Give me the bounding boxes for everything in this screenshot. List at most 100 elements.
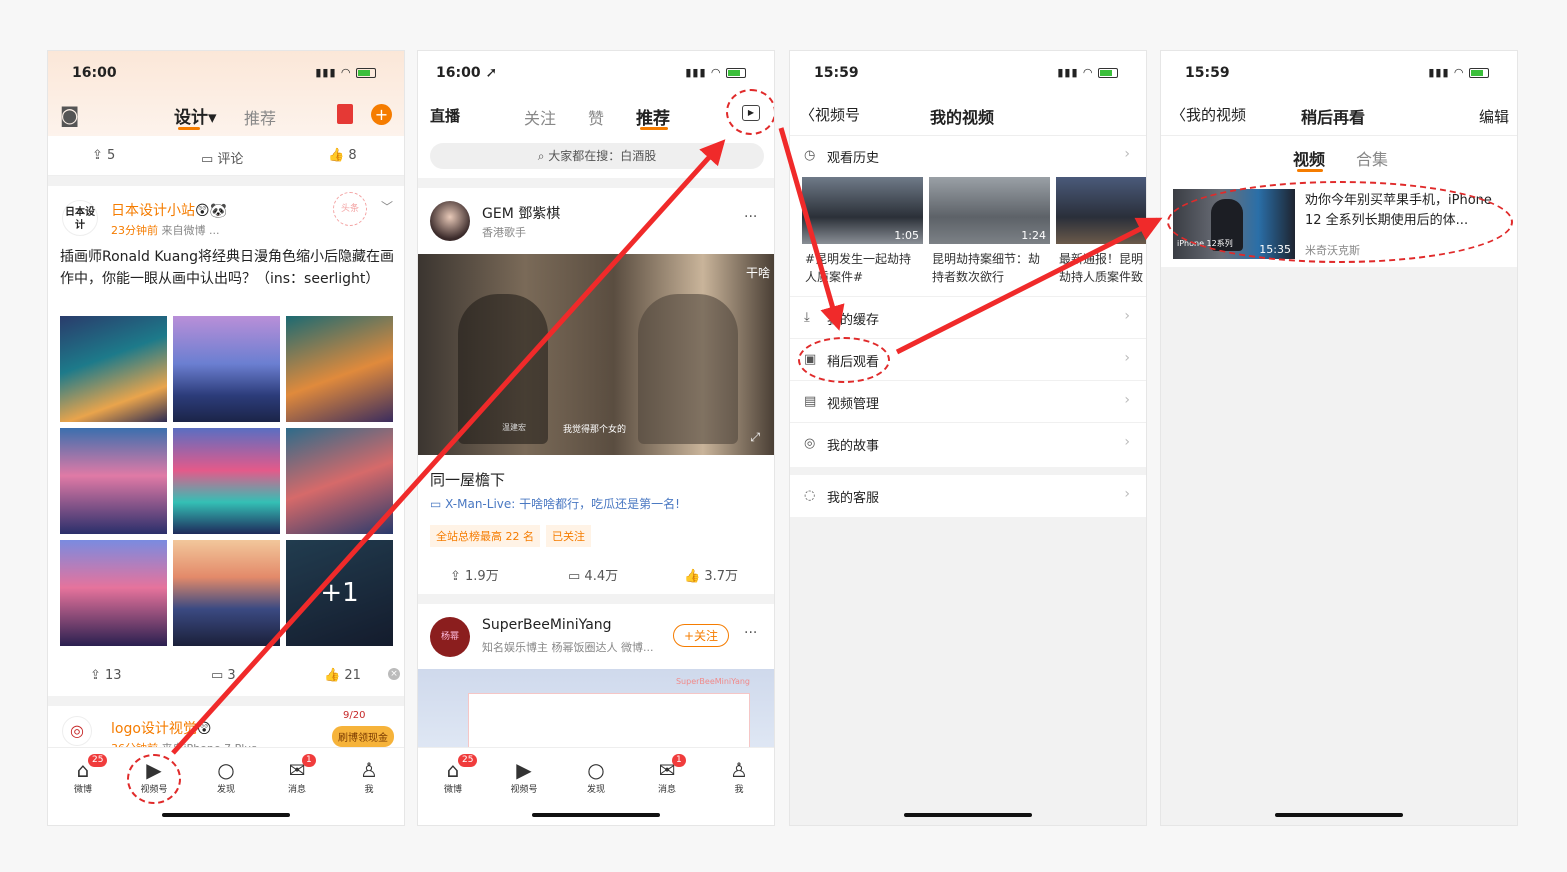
- comment-button[interactable]: ▭ 4.4万: [568, 565, 618, 584]
- menu-label: 视频管理: [827, 397, 880, 412]
- more-icon[interactable]: ···: [744, 209, 757, 225]
- tab-discover[interactable]: ○ 发现: [201, 758, 251, 795]
- user-icon: ♙: [730, 758, 748, 782]
- menu-label: 观看历史: [827, 151, 880, 166]
- menu-label: 我的客服: [827, 491, 880, 506]
- add-icon[interactable]: +: [371, 104, 392, 125]
- like-button[interactable]: 👍 3.7万: [684, 565, 738, 584]
- red-packet-icon[interactable]: [337, 104, 353, 124]
- live-button[interactable]: 直播: [430, 105, 460, 126]
- fullscreen-icon[interactable]: ⤢: [750, 430, 760, 445]
- search-bar[interactable]: ⌕ 大家都在搜：白酒股: [430, 143, 764, 169]
- grid-image-more[interactable]: +1: [286, 540, 393, 646]
- post-text: 插画师Ronald Kuang将经典日漫角色缩小后隐藏在画作中，你能一眼从画中认…: [60, 249, 395, 287]
- grid-image[interactable]: [173, 428, 280, 534]
- repost-count: 13: [105, 668, 122, 683]
- badge-count: 25: [458, 754, 478, 767]
- tab-weibo[interactable]: ⌂ 微博 25: [428, 754, 478, 795]
- close-icon[interactable]: ×: [388, 668, 400, 680]
- followed-tag: 已关注: [546, 525, 591, 547]
- repost-count: 1.9万: [465, 569, 499, 584]
- comment-label: 评论: [217, 152, 244, 167]
- status-icons: ▮▮▮ ◠: [1057, 66, 1118, 79]
- avatar[interactable]: 日本设计: [62, 200, 98, 236]
- tab-collection[interactable]: 合集: [1356, 146, 1388, 170]
- author-name: logo设计视觉: [111, 721, 197, 737]
- tab-discover[interactable]: ○ 发现: [571, 758, 621, 795]
- comment-button[interactable]: ▭ 评论: [201, 148, 243, 167]
- user-name[interactable]: GEM 鄧紫棋: [482, 203, 560, 223]
- search-placeholder: 大家都在搜：白酒股: [548, 149, 657, 163]
- highlight-circle: [726, 89, 774, 135]
- like-button[interactable]: 👍 8: [328, 148, 357, 163]
- tab-messages[interactable]: ✉ 消息 1: [272, 754, 322, 795]
- tab-me[interactable]: ♙ 我: [344, 758, 394, 795]
- edit-button[interactable]: 编辑: [1479, 106, 1509, 127]
- author-name: 日本设计小站: [111, 203, 195, 219]
- menu-item-history[interactable]: ◷ 观看历史 ›: [790, 135, 1146, 177]
- tab-follow[interactable]: 关注: [524, 105, 556, 129]
- tab-recommend[interactable]: 推荐: [636, 104, 670, 129]
- avatar[interactable]: 杨幂: [430, 617, 470, 657]
- banner-image[interactable]: SuperBeeMiniYang: [418, 669, 774, 753]
- tab-weibo[interactable]: ⌂ 微博 25: [58, 754, 108, 795]
- more-icon[interactable]: ···: [744, 625, 757, 641]
- follow-button[interactable]: +关注: [673, 624, 730, 647]
- user-name[interactable]: SuperBeeMiniYang: [482, 617, 612, 633]
- rank-tag[interactable]: 全站总榜最高 22 名: [430, 525, 540, 547]
- repost-button[interactable]: ⇪ 5: [92, 148, 115, 163]
- post-author[interactable]: logo设计视觉😲: [111, 718, 212, 738]
- badge-count: 25: [88, 754, 108, 767]
- tab-video[interactable]: ▶ 视频号: [499, 758, 549, 795]
- topic-text: X-Man-Live: 干啥啥都行，吃瓜还是第一名!: [445, 497, 680, 511]
- grid-image[interactable]: [173, 540, 280, 646]
- comment-button[interactable]: ▭ 3: [211, 668, 236, 683]
- tab-label: 我: [734, 785, 744, 795]
- topic-link[interactable]: ▭ X-Man-Live: 干啥啥都行，吃瓜还是第一名!: [430, 495, 680, 512]
- subtitle-text: 我觉得那个女的: [563, 425, 627, 435]
- history-thumb[interactable]: 1:24: [929, 177, 1050, 244]
- promo-button[interactable]: 刷博领现金: [332, 726, 394, 747]
- chevron-down-icon[interactable]: ﹀: [381, 198, 393, 215]
- history-thumb[interactable]: [1056, 177, 1146, 244]
- status-time: 16:00 ➚: [436, 65, 498, 81]
- avatar[interactable]: [430, 201, 470, 241]
- signal-icon: ▮▮▮: [1428, 66, 1450, 79]
- home-indicator: [162, 813, 290, 817]
- menu-item-cache[interactable]: ⤓ 我的缓存 ›: [790, 297, 1146, 339]
- tab-me[interactable]: ♙ 我: [714, 758, 764, 795]
- tab-like[interactable]: 赞: [588, 105, 604, 129]
- grid-image[interactable]: [173, 316, 280, 422]
- tab-video[interactable]: 视频: [1293, 146, 1325, 170]
- thumb-duration: 1:05: [894, 229, 919, 242]
- post-author[interactable]: 日本设计小站😲🐼: [111, 200, 227, 220]
- menu-item-service[interactable]: ◌ 我的客服 ›: [790, 475, 1146, 517]
- author-emoji: 😲: [196, 721, 212, 737]
- grid-image[interactable]: [60, 428, 167, 534]
- repost-button[interactable]: ⇪ 1.9万: [450, 565, 499, 584]
- menu-item-manage[interactable]: ▤ 视频管理 ›: [790, 381, 1146, 423]
- menu-label: 我的故事: [827, 439, 880, 454]
- grid-image[interactable]: [286, 428, 393, 534]
- back-button[interactable]: 〈视频号: [800, 104, 860, 125]
- tab-design[interactable]: 设计▾: [174, 103, 217, 128]
- tab-indicator: [178, 127, 200, 130]
- tab-recommend[interactable]: 推荐: [244, 105, 276, 129]
- comment-count: 4.4万: [584, 569, 619, 584]
- back-button[interactable]: 〈我的视频: [1171, 104, 1246, 125]
- tag-row: 全站总榜最高 22 名已关注: [430, 525, 597, 547]
- repost-button[interactable]: ⇪ 13: [90, 668, 122, 683]
- camera-icon[interactable]: ◙: [60, 103, 79, 127]
- grid-image[interactable]: [60, 316, 167, 422]
- avatar[interactable]: ◎: [62, 716, 92, 746]
- grid-image[interactable]: [286, 316, 393, 422]
- divider: [418, 594, 774, 604]
- search-icon: ○: [217, 758, 235, 782]
- signal-icon: ▮▮▮: [1057, 66, 1079, 79]
- tab-messages[interactable]: ✉ 消息 1: [642, 754, 692, 795]
- menu-item-story[interactable]: ◎ 我的故事 ›: [790, 423, 1146, 465]
- grid-image[interactable]: [60, 540, 167, 646]
- like-button[interactable]: 👍 21: [324, 668, 361, 683]
- history-thumb[interactable]: 1:05: [802, 177, 923, 244]
- video-player[interactable]: 干啥 温建宏 我觉得那个女的 ⤢: [418, 254, 774, 455]
